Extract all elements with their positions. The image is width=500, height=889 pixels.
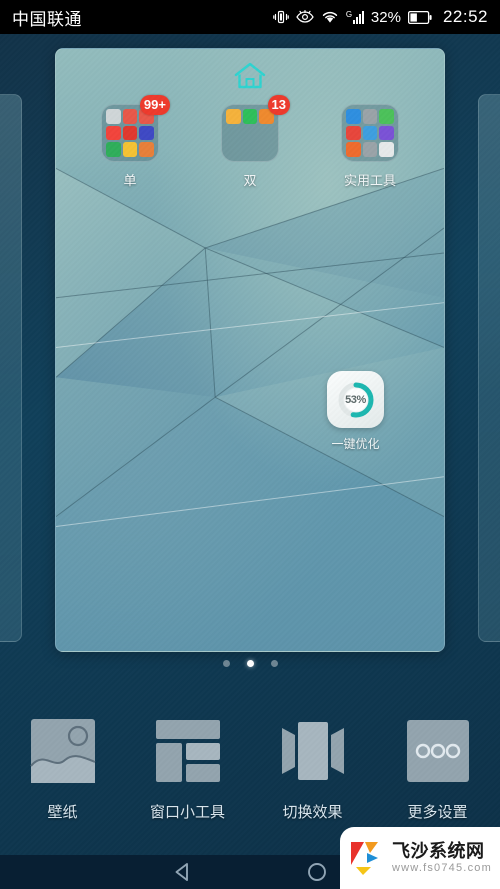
mini-app-icon: [139, 125, 154, 141]
optimizer-tile[interactable]: 53%: [327, 371, 384, 428]
mini-app-icon: [362, 125, 378, 141]
optimizer-percent-label: 53%: [345, 393, 366, 406]
page-indicator-dots: [0, 660, 500, 667]
optimizer-label: 一键优化: [331, 437, 380, 451]
mini-app-slot-empty: [243, 142, 258, 157]
signal-icon: G: [345, 9, 364, 24]
mini-app-icon: [105, 109, 121, 124]
mini-app-icon: [105, 125, 121, 141]
optimizer-widget[interactable]: 53% 一键优化: [327, 371, 384, 452]
toolbar-item-transition-effect[interactable]: 切换效果: [250, 712, 375, 822]
folder-tile[interactable]: [220, 104, 279, 162]
mini-app-icon: [345, 142, 361, 157]
folder-badge: 13: [267, 95, 290, 115]
toolbar-item-widgets[interactable]: 窗口小工具: [125, 712, 250, 822]
folder-item-2[interactable]: 实用工具: [310, 104, 430, 189]
wallpaper-icon[interactable]: [24, 712, 102, 790]
back-triangle-icon[interactable]: [171, 860, 195, 884]
mini-app-icon: [139, 142, 154, 157]
watermark-url: www.fs0745.com: [392, 862, 492, 875]
watermark: 飞沙系统网 www.fs0745.com: [340, 827, 500, 889]
more-settings-icon[interactable]: [399, 712, 477, 790]
widgets-icon[interactable]: [149, 712, 227, 790]
status-icon-group: G 32% 22:52: [273, 7, 488, 27]
mini-app-slot-empty: [259, 126, 274, 141]
mini-app-icon: [379, 142, 394, 157]
mini-app-icon: [345, 109, 361, 124]
mini-app-icon: [379, 109, 394, 124]
current-page-preview[interactable]: 99+ 单 13 双 实用工具 53% 一键优化: [55, 48, 445, 652]
mini-app-slot-empty: [226, 126, 241, 141]
folder-row: 99+ 单 13 双 实用工具: [56, 95, 444, 189]
folder-tile[interactable]: [340, 104, 399, 162]
adjacent-page-preview-right[interactable]: [478, 94, 500, 642]
toolbar-label: 更多设置: [407, 804, 468, 821]
adjacent-page-preview-left[interactable]: [0, 94, 22, 642]
status-bar: 中国联通 G 32% 22:52: [0, 0, 500, 34]
toolbar-label: 窗口小工具: [149, 804, 225, 821]
transition-effect-icon[interactable]: [274, 712, 352, 790]
mini-app-icon: [345, 125, 361, 141]
watermark-title: 飞沙系统网: [392, 840, 485, 861]
page-dot-1-active[interactable]: [246, 660, 254, 667]
mini-app-slot-empty: [243, 126, 258, 141]
mini-app-icon: [105, 142, 121, 157]
mini-app-icon: [122, 142, 138, 157]
mini-app-slot-empty: [226, 142, 241, 157]
page-dot-0[interactable]: [222, 660, 230, 667]
mini-app-slot-empty: [259, 142, 274, 157]
site-logo-icon: [351, 842, 378, 875]
home-circle-icon[interactable]: [305, 860, 329, 884]
toolbar-label: 切换效果: [282, 804, 343, 821]
mini-app-icon: [225, 109, 241, 124]
mini-app-icon: [242, 109, 258, 124]
folder-label: 双: [243, 173, 257, 188]
home-icon[interactable]: [233, 61, 267, 91]
network-type-label: G: [345, 9, 353, 19]
watermark-text: 飞沙系统网 www.fs0745.com: [392, 840, 492, 875]
battery-icon: [407, 10, 432, 24]
mini-app-icon: [122, 125, 138, 141]
home-edit-mode: 99+ 单 13 双 实用工具 53% 一键优化 壁纸 窗口小工具 切换效果 更…: [0, 34, 500, 855]
mini-app-icon: [122, 109, 138, 124]
folder-label: 实用工具: [343, 173, 396, 188]
toolbar-label: 壁纸: [47, 804, 78, 821]
toolbar-item-more-settings[interactable]: 更多设置: [375, 712, 500, 822]
mini-app-icon: [362, 142, 378, 157]
wifi-icon: [322, 11, 338, 23]
mini-app-icon: [362, 109, 378, 124]
toolbar-item-wallpaper[interactable]: 壁纸: [0, 712, 125, 822]
folder-label: 单: [123, 173, 137, 188]
folder-badge: 99+: [139, 95, 170, 115]
carrier-label: 中国联通: [12, 9, 82, 29]
eye-comfort-icon: [296, 10, 314, 23]
mini-app-icon: [379, 125, 394, 141]
vibrate-icon: [273, 10, 289, 24]
battery-percent-label: 32%: [370, 8, 401, 26]
clock-label: 22:52: [442, 7, 488, 26]
folder-item-1[interactable]: 13 双: [190, 95, 310, 189]
page-dot-2[interactable]: [270, 660, 278, 667]
folder-item-0[interactable]: 99+ 单: [70, 95, 190, 189]
